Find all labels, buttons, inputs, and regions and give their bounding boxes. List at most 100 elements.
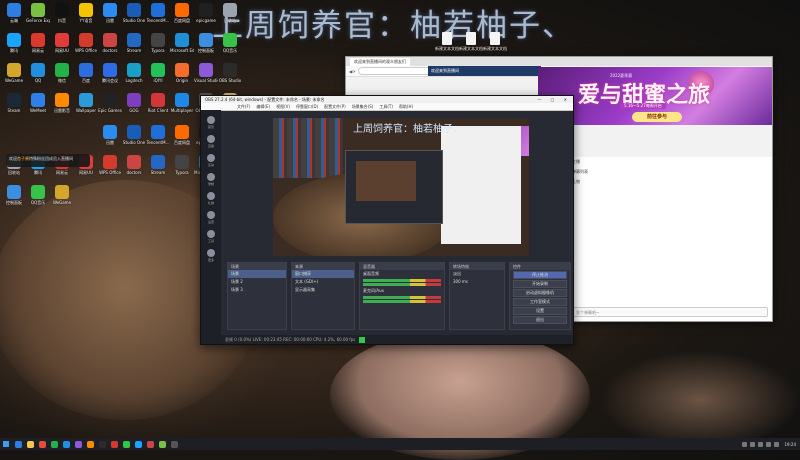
obs-rail-item[interactable]: 工具	[201, 230, 221, 243]
desktop-shortcut[interactable]: Epic Games	[98, 93, 122, 117]
desktop-shortcut[interactable]: 回收站	[218, 3, 242, 27]
scene-item[interactable]: 场景 3	[228, 286, 286, 294]
taskbar-app-icon[interactable]	[134, 440, 142, 448]
desktop-shortcut[interactable]: YY语音	[74, 3, 98, 27]
desktop-shortcut[interactable]: Riot Client	[146, 93, 170, 117]
taskbar-app-icon[interactable]	[122, 440, 130, 448]
desktop-file[interactable]: 新建文本文档	[483, 32, 507, 56]
obs-rail-item[interactable]: 互动	[201, 154, 221, 167]
obs-menu-item[interactable]: 工具(T)	[379, 104, 393, 109]
desktop-shortcut[interactable]: Microsoft Edge	[170, 33, 194, 57]
taskbar-app-icon[interactable]	[62, 440, 70, 448]
desktop-file[interactable]: 新建文本文档	[459, 32, 483, 56]
duration-field[interactable]: 300 ms	[450, 278, 504, 285]
source-item[interactable]: 文本 (GDI+)	[292, 278, 354, 286]
desktop-shortcut[interactable]: 迅雷	[98, 3, 122, 27]
obs-rail-item[interactable]: 礼物	[201, 192, 221, 205]
desktop-shortcut[interactable]: Studio One	[122, 125, 146, 149]
desktop-shortcut[interactable]: GOG	[122, 93, 146, 117]
desktop-shortcut[interactable]: Steam	[2, 93, 26, 117]
desktop-shortcut[interactable]: 迅雷	[98, 125, 122, 149]
desktop-shortcut[interactable]: Studio One	[122, 3, 146, 27]
desktop-shortcut[interactable]: OBS Studio	[218, 63, 242, 87]
obs-rail-item[interactable]: 设置	[201, 211, 221, 224]
taskbar-app-icon[interactable]	[146, 440, 154, 448]
taskbar-app-icon[interactable]	[170, 440, 178, 448]
desktop-shortcut[interactable]: QQ	[26, 63, 50, 87]
obs-window-controls-icon[interactable]: — ▢ ✕	[537, 96, 571, 103]
control-button[interactable]: 启动虚拟摄像机	[513, 289, 567, 297]
desktop-shortcut[interactable]: TencentM...	[146, 3, 170, 27]
control-button[interactable]: 工作室模式	[513, 298, 567, 306]
desktop-shortcut[interactable]: 云端	[2, 3, 26, 27]
clock[interactable]: 19:24	[784, 442, 796, 447]
obs-rail-item[interactable]: 直播	[201, 135, 221, 148]
obs-menu-item[interactable]: 停靠窗口(D)	[296, 104, 318, 109]
control-button[interactable]: 退出	[513, 316, 567, 324]
taskbar-app-icon[interactable]	[74, 440, 82, 448]
desktop-shortcut[interactable]: WeGame	[2, 63, 26, 87]
taskbar-app-icon[interactable]	[110, 440, 118, 448]
browser-tab[interactable]: 欢迎来到直播间的观众朋友们	[350, 57, 410, 66]
chat-panel-row[interactable]: 主播	[568, 157, 772, 167]
obs-menu-item[interactable]: 场景集合(S)	[352, 104, 374, 109]
desktop-shortcut[interactable]: epicgame	[194, 3, 218, 27]
taskbar-app-icon[interactable]	[14, 440, 22, 448]
desktop-shortcut[interactable]: 腾讯	[2, 33, 26, 57]
desktop-shortcut[interactable]: WeGame	[50, 185, 74, 209]
desktop-shortcut[interactable]: QQ音乐	[26, 185, 50, 209]
desktop-shortcut[interactable]: Logitech	[122, 63, 146, 87]
tray-icon[interactable]	[749, 441, 755, 447]
taskbar-app-icon[interactable]	[86, 440, 94, 448]
desktop-shortcut[interactable]: QQ音乐	[218, 33, 242, 57]
control-button[interactable]: 开始录制	[513, 280, 567, 288]
desktop-shortcut[interactable]: doctors	[122, 155, 146, 179]
obs-rail-item[interactable]: 录制	[201, 173, 221, 186]
desktop-shortcut[interactable]: 百度	[74, 63, 98, 87]
scene-item[interactable]: 场景	[228, 270, 286, 278]
obs-window[interactable]: OBS 27.2.4 (64-bit, windows) - 配置文件: 未命名…	[200, 95, 574, 345]
desktop-shortcut[interactable]: 腾讯会议	[98, 63, 122, 87]
transition-select[interactable]: 淡出	[450, 270, 504, 278]
obs-menu-item[interactable]: 文件(F)	[237, 104, 250, 109]
danmaku-input[interactable]: 发个弹幕吧~	[572, 307, 768, 317]
desktop-shortcut[interactable]: 百度网盘	[170, 3, 194, 27]
obs-preview[interactable]: 上周饲养官：柚若柚子、	[273, 118, 529, 256]
tray-icon[interactable]	[773, 441, 779, 447]
obs-rail-item[interactable]: 更多	[201, 249, 221, 262]
desktop-shortcut[interactable]: 百度网盘	[170, 125, 194, 149]
volume-slider[interactable]	[363, 283, 441, 286]
taskbar-app-icon[interactable]	[38, 440, 46, 448]
desktop-shortcut[interactable]: 网易云	[26, 33, 50, 57]
desktop-shortcut[interactable]: Multiplayer	[170, 93, 194, 117]
desktop-shortcut[interactable]: Typora	[170, 155, 194, 179]
start-button[interactable]	[0, 438, 12, 450]
desktop-shortcut[interactable]: 抖音	[50, 3, 74, 27]
desktop-shortcut[interactable]: 控制面板	[194, 33, 218, 57]
desktop-shortcut[interactable]: 微信	[50, 63, 74, 87]
tray-icon[interactable]	[757, 441, 763, 447]
desktop-shortcut[interactable]: WPS Office	[74, 33, 98, 57]
desktop-shortcut[interactable]: 迅雷影音	[50, 93, 74, 117]
obs-menu-item[interactable]: 视图(V)	[276, 104, 290, 109]
obs-menu-item[interactable]: 配置文件(P)	[324, 104, 346, 109]
banner-join-button[interactable]: 前往参与	[632, 112, 682, 122]
desktop-file[interactable]: 新建文本文档	[435, 32, 459, 56]
refresh-icon[interactable]: ⟳	[352, 69, 355, 74]
desktop-shortcut[interactable]: 控制面板	[2, 185, 26, 209]
scene-item[interactable]: 场景 2	[228, 278, 286, 286]
control-button[interactable]: 停止推流	[513, 271, 567, 279]
source-item[interactable]: 窗口捕获	[292, 270, 354, 278]
chat-panel-row[interactable]: 礼物	[568, 177, 772, 187]
chat-panel-row[interactable]: 弹幕列表	[568, 167, 772, 177]
obs-menu-item[interactable]: 编辑(E)	[256, 104, 270, 109]
taskbar-app-icon[interactable]	[158, 440, 166, 448]
desktop-shortcut[interactable]: WPS Office	[98, 155, 122, 179]
control-button[interactable]: 设置	[513, 307, 567, 315]
taskbar-app-icon[interactable]	[50, 440, 58, 448]
desktop-shortcut[interactable]: 网易UU	[50, 33, 74, 57]
desktop-shortcut[interactable]: Stream	[146, 155, 170, 179]
desktop-shortcut[interactable]: doctors	[98, 33, 122, 57]
desktop-shortcut[interactable]: Origin	[170, 63, 194, 87]
obs-rail-item[interactable]: 首页	[201, 116, 221, 129]
